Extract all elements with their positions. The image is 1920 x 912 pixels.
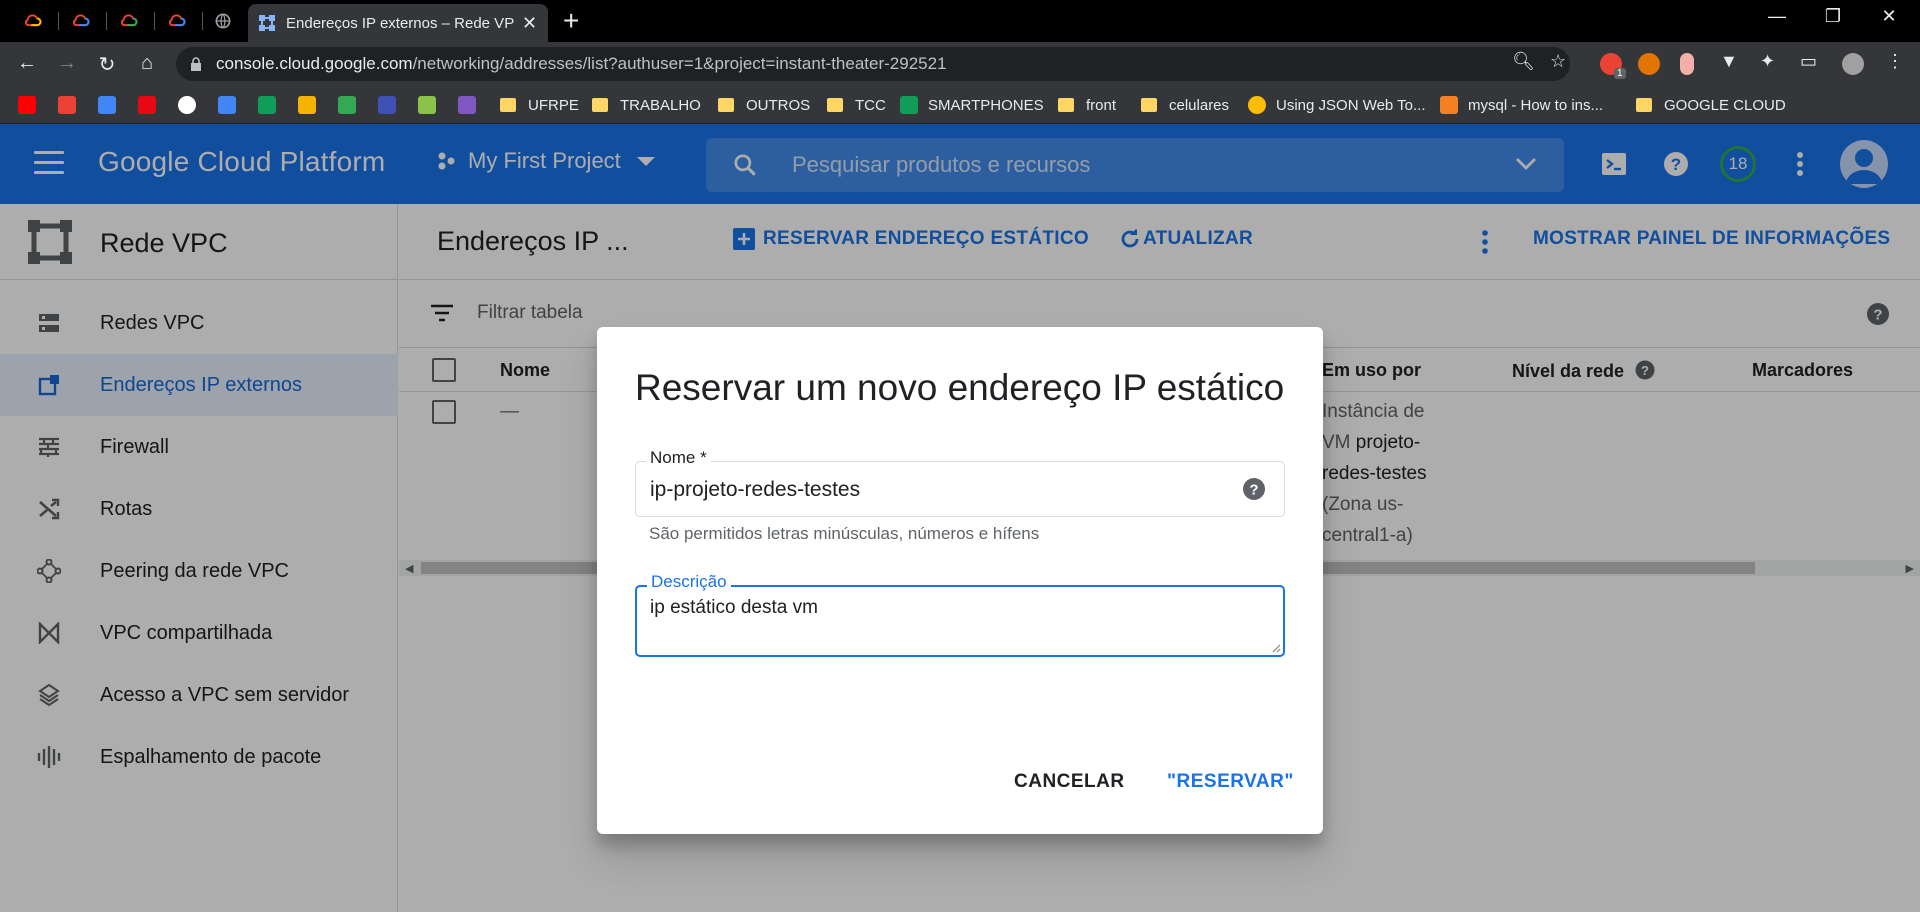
folder-icon <box>500 98 516 112</box>
bookmark-folder[interactable]: GOOGLE CLOUD <box>1636 94 1786 116</box>
description-field[interactable]: Descrição ip estático desta vm <box>635 572 1285 657</box>
sheets-icon[interactable] <box>258 96 276 114</box>
bookmarks-bar: UFRPE TRABALHO OUTROS TCC SMARTPHONES fr… <box>0 86 1920 124</box>
cancel-button[interactable]: CANCELAR <box>1014 771 1125 793</box>
sheets-icon <box>900 96 918 114</box>
puzzle-extensions-icon[interactable]: ✦ <box>1760 51 1775 72</box>
gcp-tab-icon[interactable] <box>116 8 142 34</box>
name-field-label: Nome * <box>646 448 711 468</box>
close-window-icon[interactable]: ✕ <box>1874 6 1904 27</box>
description-field-label: Descrição <box>647 572 731 592</box>
bookmark-folder[interactable]: celulares <box>1141 94 1229 116</box>
new-tab-button[interactable]: + <box>563 6 579 36</box>
vpc-favicon-icon <box>259 15 275 31</box>
name-input[interactable] <box>650 476 1210 504</box>
folder-icon <box>592 98 608 112</box>
cast-icon[interactable]: ▭ <box>1800 51 1817 72</box>
url-field[interactable]: console.cloud.google.com/networking/addr… <box>176 47 1570 81</box>
bookmark-link[interactable]: Using JSON Web To... <box>1248 94 1426 116</box>
chrome-menu-icon[interactable]: ⋮ <box>1886 51 1904 72</box>
name-field[interactable]: Nome * ? <box>635 448 1285 517</box>
bookmark-icon[interactable] <box>458 96 476 114</box>
bookmark-folder[interactable]: front <box>1058 94 1116 116</box>
bookmark-folder[interactable]: UFRPE <box>500 94 579 116</box>
docs-icon[interactable] <box>218 96 236 114</box>
gmail-icon[interactable] <box>58 96 76 114</box>
github-icon[interactable] <box>178 96 196 114</box>
close-tab-icon[interactable]: ✕ <box>522 13 537 34</box>
address-bar: ← → ↻ ⌂ console.cloud.google.com/network… <box>0 42 1920 86</box>
globe-tab-icon[interactable] <box>210 8 236 34</box>
gcp-tab-icon[interactable] <box>68 8 94 34</box>
translate-icon[interactable] <box>98 96 116 114</box>
folder-icon <box>1141 98 1157 112</box>
extension-icon[interactable] <box>1680 53 1694 75</box>
minimize-icon[interactable]: — <box>1762 6 1792 27</box>
folder-icon <box>1636 98 1652 112</box>
dialog-title: Reservar um novo endereço IP estático <box>635 367 1285 408</box>
profile-avatar[interactable] <box>1842 53 1864 75</box>
bookmark-folder[interactable]: TCC <box>827 94 886 116</box>
forward-icon[interactable]: → <box>54 52 80 75</box>
slides-icon[interactable] <box>298 96 316 114</box>
gcp-tab-icon[interactable] <box>20 8 46 34</box>
reload-icon[interactable]: ↻ <box>94 52 120 77</box>
bookmark-folder[interactable]: OUTROS <box>718 94 810 116</box>
gcp-icon <box>1248 96 1266 114</box>
bookmark-link[interactable]: SMARTPHONES <box>900 94 1044 116</box>
image-icon[interactable] <box>418 96 436 114</box>
url-host: console.cloud.google.com <box>216 54 413 73</box>
zoom-icon[interactable]: 🔍︎ <box>1512 51 1535 72</box>
extension-badge: 1 <box>1614 68 1626 79</box>
tab-title: Endereços IP externos – Rede VPC <box>286 14 514 32</box>
back-icon[interactable]: ← <box>14 52 40 75</box>
url-path: /networking/addresses/list?authuser=1&pr… <box>412 54 947 73</box>
netflix-icon[interactable] <box>138 96 156 114</box>
youtube-icon[interactable] <box>18 96 36 114</box>
vue-devtools-icon[interactable]: ▼ <box>1720 51 1738 72</box>
help-icon[interactable]: ? <box>1242 477 1266 501</box>
drive-icon[interactable] <box>338 96 356 114</box>
browser-tab-bar: Endereços IP externos – Rede VPC ✕ + — ❐… <box>0 0 1920 42</box>
description-textarea[interactable]: ip estático desta vm <box>650 597 1250 647</box>
home-icon[interactable]: ⌂ <box>134 52 160 75</box>
lock-icon <box>191 57 201 71</box>
svg-text:?: ? <box>1249 482 1258 499</box>
bookmark-link[interactable]: mysql - How to ins... <box>1440 94 1603 116</box>
extension-icon[interactable] <box>1638 53 1660 75</box>
name-field-hint: São permitidos letras minúsculas, número… <box>649 524 1040 543</box>
reserve-ip-dialog: Reservar um novo endereço IP estático No… <box>597 327 1323 834</box>
chip-icon[interactable] <box>378 96 396 114</box>
folder-icon <box>1058 98 1074 112</box>
bookmark-star-icon[interactable]: ☆ <box>1550 51 1566 72</box>
active-tab[interactable]: Endereços IP externos – Rede VPC ✕ <box>248 4 548 42</box>
reserve-button[interactable]: "RESERVAR" <box>1167 771 1294 793</box>
bookmark-folder[interactable]: TRABALHO <box>592 94 701 116</box>
restore-icon[interactable]: ❐ <box>1818 6 1848 27</box>
resize-handle-icon[interactable] <box>1271 643 1281 653</box>
stackoverflow-icon <box>1440 96 1458 114</box>
folder-icon <box>718 98 734 112</box>
folder-icon <box>827 98 843 112</box>
gcp-tab-icon[interactable] <box>164 8 190 34</box>
